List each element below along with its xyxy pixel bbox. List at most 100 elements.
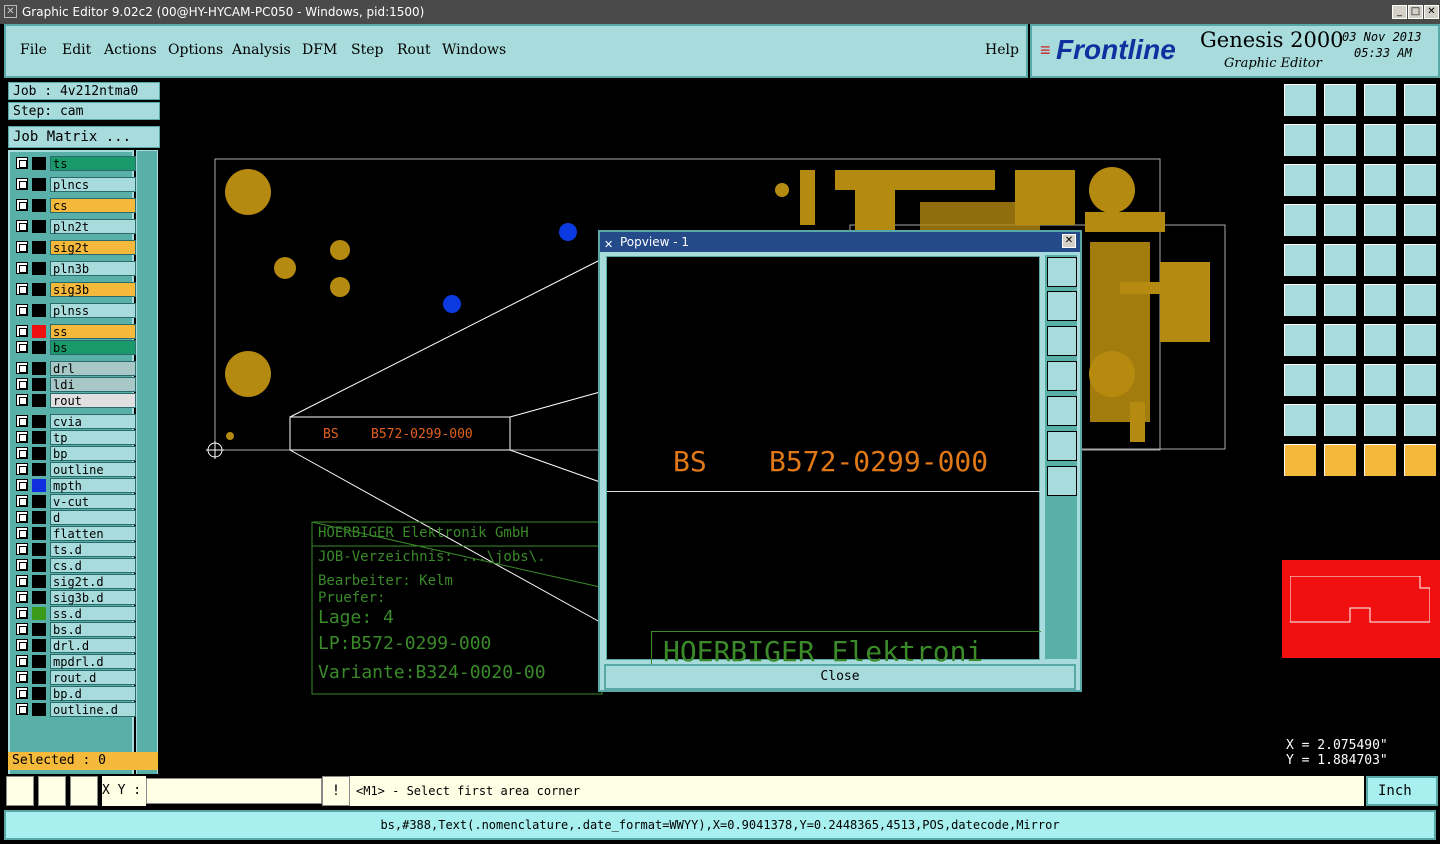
layer-row-ts.d[interactable]: ts.d bbox=[14, 542, 136, 557]
step-icon[interactable] bbox=[1402, 122, 1438, 158]
popview-pan-down-icon[interactable] bbox=[1047, 326, 1077, 356]
layer-color-swatch[interactable] bbox=[32, 283, 46, 296]
layer-checkbox[interactable] bbox=[16, 241, 28, 253]
layer-checkbox[interactable] bbox=[16, 527, 28, 539]
menu-options[interactable]: Options bbox=[168, 42, 223, 58]
popview-pan-right-icon[interactable] bbox=[1047, 396, 1077, 426]
layer-name[interactable]: outline bbox=[50, 462, 136, 477]
layer-red2-icon[interactable] bbox=[1402, 202, 1438, 238]
layer-name[interactable]: mpdrl.d bbox=[50, 654, 136, 669]
layer-row-ss[interactable]: ss bbox=[14, 324, 136, 339]
pointer-step-icon[interactable] bbox=[1402, 442, 1438, 478]
popview-zoom-fit-icon[interactable] bbox=[1047, 257, 1077, 287]
dash-icon[interactable] bbox=[1322, 362, 1358, 398]
layer-color-swatch[interactable] bbox=[32, 241, 46, 254]
circle-icon[interactable] bbox=[1402, 242, 1438, 278]
zoom-area-icon[interactable] bbox=[6, 776, 34, 806]
pointer-rot-icon[interactable] bbox=[1362, 442, 1398, 478]
layer-row-d[interactable]: d bbox=[14, 510, 136, 525]
layer-name[interactable]: pln3b bbox=[50, 261, 136, 276]
layer-name[interactable]: sig2t bbox=[50, 240, 136, 255]
layer-row-outline[interactable]: outline bbox=[14, 462, 136, 477]
layer-color-swatch[interactable] bbox=[32, 559, 46, 572]
tri4-icon[interactable] bbox=[1402, 402, 1438, 438]
grid-icon[interactable] bbox=[70, 776, 98, 806]
layer-checkbox[interactable] bbox=[16, 378, 28, 390]
layer-row-tp[interactable]: tp bbox=[14, 430, 136, 445]
layer-row-sig2t[interactable]: sig2t bbox=[14, 240, 136, 255]
window-icon[interactable] bbox=[1402, 82, 1438, 118]
layer-name[interactable]: ss.d bbox=[50, 606, 136, 621]
undo-icon[interactable] bbox=[1362, 322, 1398, 358]
layer-row-bs[interactable]: bs bbox=[14, 340, 136, 355]
move-up-icon[interactable] bbox=[1282, 82, 1318, 118]
layer-checkbox[interactable] bbox=[16, 591, 28, 603]
layer-name[interactable]: flatten bbox=[50, 526, 136, 541]
layer-row-plnss[interactable]: plnss bbox=[14, 303, 136, 318]
layer-row-outline.d[interactable]: outline.d bbox=[14, 702, 136, 717]
layer-name[interactable]: ts bbox=[50, 156, 136, 171]
layer-name[interactable]: ldi bbox=[50, 377, 136, 392]
tri-icon[interactable] bbox=[1282, 402, 1318, 438]
layer-color-swatch[interactable] bbox=[32, 341, 46, 354]
layer-checkbox[interactable] bbox=[16, 178, 28, 190]
layer-row-rout[interactable]: rout bbox=[14, 393, 136, 408]
layer-name[interactable]: bp.d bbox=[50, 686, 136, 701]
layer-checkbox[interactable] bbox=[16, 220, 28, 232]
layer-color-swatch[interactable] bbox=[32, 447, 46, 460]
layer-row-flatten[interactable]: flatten bbox=[14, 526, 136, 541]
popview-close-icon[interactable]: ✕ bbox=[1062, 234, 1076, 248]
layer-checkbox[interactable] bbox=[16, 479, 28, 491]
layer-color-swatch[interactable] bbox=[32, 687, 46, 700]
pen-icon[interactable] bbox=[1322, 242, 1358, 278]
popview-close-button[interactable]: Close bbox=[604, 664, 1076, 690]
popview-pan-up-icon[interactable] bbox=[1047, 291, 1077, 321]
layer-checkbox[interactable] bbox=[16, 655, 28, 667]
menu-step[interactable]: Step bbox=[351, 42, 383, 58]
layer-color-swatch[interactable] bbox=[32, 262, 46, 275]
layer-name[interactable]: ts.d bbox=[50, 542, 136, 557]
rotate-icon[interactable] bbox=[1362, 122, 1398, 158]
nodes-icon[interactable] bbox=[1282, 282, 1318, 318]
layer-color-swatch[interactable] bbox=[32, 623, 46, 636]
layer-name[interactable]: v-cut bbox=[50, 494, 136, 509]
menu-edit[interactable]: Edit bbox=[62, 42, 91, 58]
layer-row-rout.d[interactable]: rout.d bbox=[14, 670, 136, 685]
layer-color-swatch[interactable] bbox=[32, 220, 46, 233]
layer-color-swatch[interactable] bbox=[32, 543, 46, 556]
layer-checkbox[interactable] bbox=[16, 607, 28, 619]
layer-checkbox[interactable] bbox=[16, 639, 28, 651]
layer-row-cs.d[interactable]: cs.d bbox=[14, 558, 136, 573]
layer-checkbox[interactable] bbox=[16, 559, 28, 571]
home-icon[interactable] bbox=[1362, 82, 1398, 118]
units-selector[interactable]: Inch bbox=[1366, 776, 1438, 806]
layer-name[interactable]: bs.d bbox=[50, 622, 136, 637]
scale-icon[interactable] bbox=[1362, 162, 1398, 198]
layer-color-swatch[interactable] bbox=[32, 304, 46, 317]
layer-row-ss.d[interactable]: ss.d bbox=[14, 606, 136, 621]
layer-scrollbar[interactable] bbox=[136, 150, 158, 808]
layer-color-swatch[interactable] bbox=[32, 591, 46, 604]
menu-dfm[interactable]: DFM bbox=[302, 42, 337, 58]
clear-icon[interactable] bbox=[1402, 362, 1438, 398]
layer-row-bp.d[interactable]: bp.d bbox=[14, 686, 136, 701]
pan-right-icon[interactable] bbox=[1322, 122, 1358, 158]
move-down-icon[interactable] bbox=[1322, 82, 1358, 118]
menu-file[interactable]: File bbox=[20, 42, 47, 58]
layer-row-bp[interactable]: bp bbox=[14, 446, 136, 461]
layer-checkbox[interactable] bbox=[16, 495, 28, 507]
layer-checkbox[interactable] bbox=[16, 543, 28, 555]
layer-row-sig2t.d[interactable]: sig2t.d bbox=[14, 574, 136, 589]
layer-color-swatch[interactable] bbox=[32, 479, 46, 492]
layer-name[interactable]: sig3b.d bbox=[50, 590, 136, 605]
layer-name[interactable]: d bbox=[50, 510, 136, 525]
layer-color-swatch[interactable] bbox=[32, 157, 46, 170]
measure2-icon[interactable] bbox=[1362, 362, 1398, 398]
layer-checkbox[interactable] bbox=[16, 283, 28, 295]
help-icon[interactable] bbox=[1402, 162, 1438, 198]
snap-icon[interactable] bbox=[1282, 202, 1318, 238]
layer-name[interactable]: cvia bbox=[50, 414, 136, 429]
measure-icon[interactable] bbox=[38, 776, 66, 806]
connect-icon[interactable] bbox=[1362, 282, 1398, 318]
layer-row-sig3b[interactable]: sig3b bbox=[14, 282, 136, 297]
